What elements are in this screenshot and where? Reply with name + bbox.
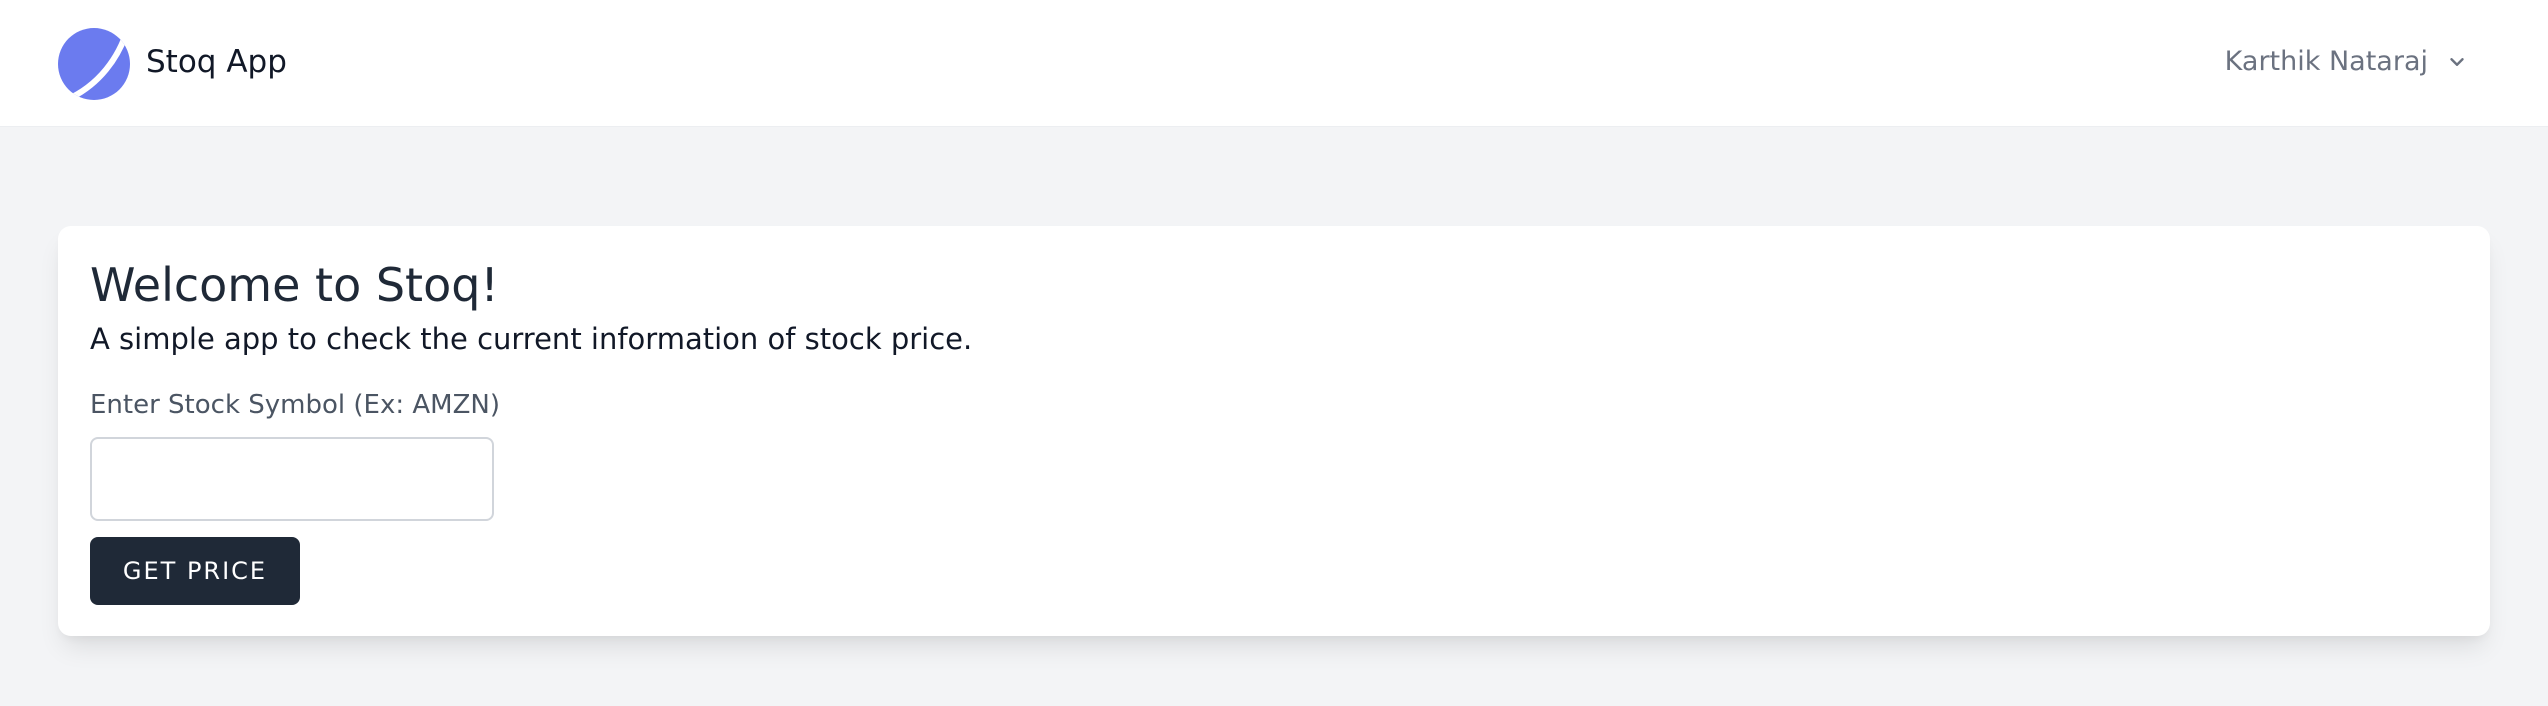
stock-symbol-label: Enter Stock Symbol (Ex: AMZN) <box>90 390 500 420</box>
page-subtitle: A simple app to check the current inform… <box>90 322 973 356</box>
app-logo-icon[interactable] <box>58 28 130 100</box>
app-brand-name[interactable]: Stoq App <box>146 42 287 82</box>
top-navbar: Stoq App Karthik Nataraj <box>0 0 2548 127</box>
stock-symbol-input[interactable] <box>90 437 494 521</box>
user-name[interactable]: Karthik Nataraj <box>2225 42 2428 82</box>
chevron-down-icon[interactable] <box>2446 51 2468 73</box>
page-title: Welcome to Stoq! <box>90 258 499 312</box>
user-menu-dropdown[interactable]: Karthik Nataraj <box>2225 40 2468 84</box>
welcome-card: Welcome to Stoq! A simple app to check t… <box>58 226 2490 636</box>
get-price-button[interactable]: GET PRICE <box>90 537 300 605</box>
